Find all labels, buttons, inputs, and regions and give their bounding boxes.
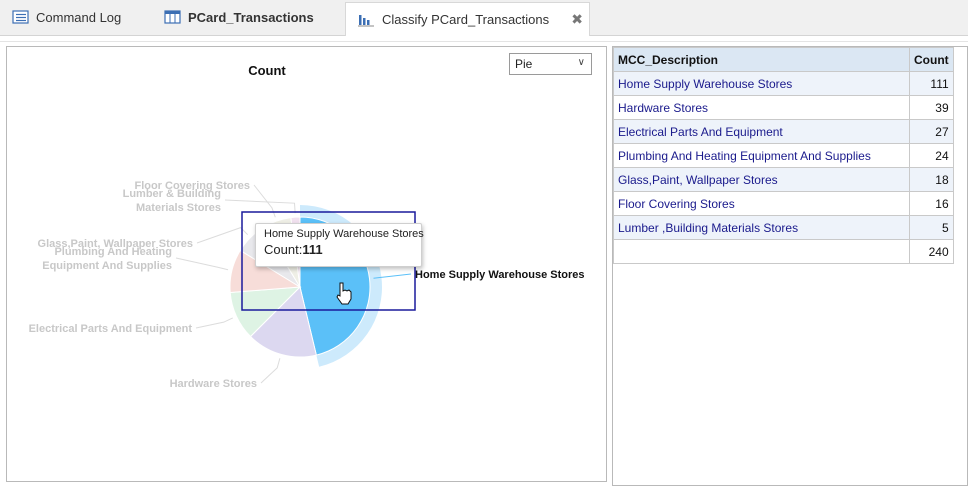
pie-slice-label: Equipment And Supplies	[42, 260, 172, 272]
table-cell-count: 111	[909, 71, 954, 96]
table-cell-link[interactable]: Hardware Stores	[613, 95, 910, 120]
table-row: Glass,Paint, Wallpaper Stores 18	[613, 167, 954, 192]
table-total-row: 240	[613, 239, 954, 264]
pie-slice-label: Hardware Stores	[170, 378, 257, 390]
table-row: Hardware Stores 39	[613, 95, 954, 120]
pie-slice-label: Materials Stores	[136, 202, 221, 214]
pie-leader-line	[175, 257, 229, 271]
pie-slice-label: Home Supply Warehouse Stores	[415, 269, 585, 281]
table-row: Lumber ,Building Materials Stores 5	[613, 215, 954, 240]
tooltip-count-label: Count:	[264, 242, 303, 257]
tab-command-log[interactable]: Command Log	[0, 2, 160, 32]
table-row: Floor Covering Stores 16	[613, 191, 954, 216]
tab-label: Classify PCard_Transactions	[382, 12, 550, 27]
table-cell-link[interactable]: Electrical Parts And Equipment	[613, 119, 910, 144]
table-cell-count: 5	[909, 215, 954, 240]
chart-tooltip: Home Supply Warehouse Stores Count:111	[255, 223, 424, 267]
results-table: MCC_Description Count Home Supply Wareho…	[613, 47, 954, 264]
pie-leader-line	[196, 227, 249, 244]
command-log-icon	[12, 10, 29, 24]
table-row: Home Supply Warehouse Stores 111	[613, 71, 954, 96]
tooltip-count: Count:111	[264, 242, 413, 257]
pie-slice-label: Electrical Parts And Equipment	[29, 323, 193, 335]
column-header-count[interactable]: Count	[909, 47, 954, 72]
classify-chart-icon	[358, 14, 374, 26]
table-cell-count: 27	[909, 119, 954, 144]
table-cell-count: 24	[909, 143, 954, 168]
table-row: Electrical Parts And Equipment 27	[613, 119, 954, 144]
tab-label: Command Log	[36, 9, 122, 25]
table-cell-count: 18	[909, 167, 954, 192]
close-icon[interactable]: ✖	[571, 11, 583, 28]
pie-leader-line	[224, 199, 296, 214]
column-header-mcc-description[interactable]: MCC_Description	[613, 47, 910, 72]
table-cell-link[interactable]: Lumber ,Building Materials Stores	[613, 215, 910, 240]
table-cell-link[interactable]: Plumbing And Heating Equipment And Suppl…	[613, 143, 910, 168]
table-cell-count: 16	[909, 191, 954, 216]
table-header-row: MCC_Description Count	[613, 47, 954, 72]
tab-underline	[0, 36, 968, 42]
table-total-count: 240	[909, 239, 954, 264]
pie-slice-label: Lumber & Building	[123, 188, 221, 200]
tooltip-count-value: 111	[302, 242, 323, 257]
table-cell-link[interactable]: Glass,Paint, Wallpaper Stores	[613, 167, 910, 192]
table-icon	[164, 10, 181, 24]
pie-leader-line	[195, 317, 234, 329]
table-row: Plumbing And Heating Equipment And Suppl…	[613, 143, 954, 168]
tab-bar: Command Log PCard_Transactions Classify …	[0, 0, 968, 36]
chart-panel: Count Pie ∨ Home Supply Warehouse Stores…	[6, 46, 607, 482]
tab-label: PCard_Transactions	[188, 9, 314, 25]
results-table-panel: MCC_Description Count Home Supply Wareho…	[612, 46, 968, 486]
table-cell-link[interactable]: Floor Covering Stores	[613, 191, 910, 216]
tooltip-title: Home Supply Warehouse Stores	[264, 228, 424, 240]
table-total-spacer	[613, 239, 910, 264]
pie-leader-line	[260, 358, 281, 384]
tab-pcard-transactions[interactable]: PCard_Transactions	[152, 2, 347, 32]
table-cell-link[interactable]: Home Supply Warehouse Stores	[613, 71, 910, 96]
table-cell-count: 39	[909, 95, 954, 120]
pie-slice-label: Glass,Paint, Wallpaper Stores	[38, 238, 193, 250]
tab-classify-pcard-transactions[interactable]: Classify PCard_Transactions ✖	[345, 2, 590, 36]
